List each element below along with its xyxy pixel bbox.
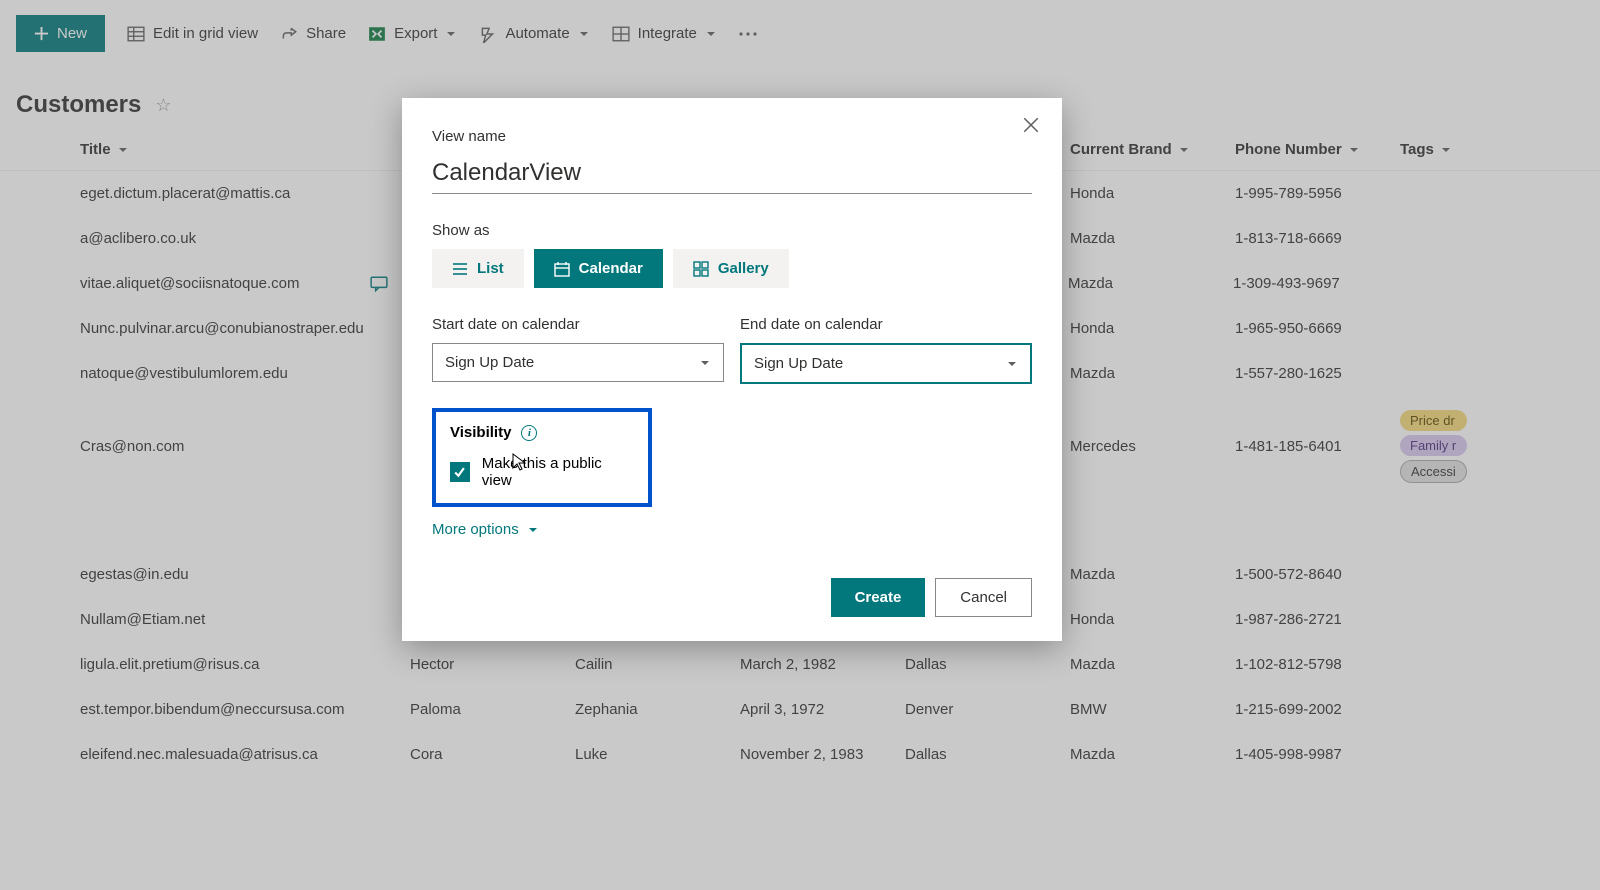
- cancel-button[interactable]: Cancel: [935, 578, 1032, 617]
- public-view-label: Make this a public view: [482, 455, 634, 489]
- more-options-link[interactable]: More options: [432, 521, 1032, 538]
- show-as-calendar[interactable]: Calendar: [534, 249, 663, 288]
- close-button[interactable]: [1022, 116, 1040, 139]
- start-date-dropdown[interactable]: Sign Up Date: [432, 343, 724, 382]
- create-button[interactable]: Create: [831, 578, 926, 617]
- start-date-label: Start date on calendar: [432, 316, 724, 333]
- create-view-dialog: View name Show as List Calendar Gallery …: [402, 98, 1062, 641]
- close-icon: [1022, 116, 1040, 134]
- show-as-list[interactable]: List: [432, 249, 524, 288]
- chevron-down-icon: [527, 524, 539, 536]
- gallery-icon: [693, 261, 709, 277]
- view-name-label: View name: [432, 128, 1032, 145]
- checkmark-icon: [453, 466, 466, 479]
- chevron-down-icon: [1006, 358, 1018, 370]
- show-as-gallery[interactable]: Gallery: [673, 249, 789, 288]
- calendar-icon: [554, 261, 570, 277]
- view-name-input[interactable]: [432, 155, 1032, 194]
- public-view-checkbox[interactable]: [450, 462, 470, 482]
- visibility-label: Visibility: [450, 424, 511, 441]
- end-date-dropdown[interactable]: Sign Up Date: [740, 343, 1032, 384]
- chevron-down-icon: [699, 357, 711, 369]
- info-icon[interactable]: i: [521, 425, 537, 441]
- cursor-icon: [512, 453, 526, 471]
- show-as-label: Show as: [432, 222, 1032, 239]
- visibility-section: Visibility i Make this a public view: [432, 408, 652, 507]
- end-date-label: End date on calendar: [740, 316, 1032, 333]
- list-icon: [452, 262, 468, 276]
